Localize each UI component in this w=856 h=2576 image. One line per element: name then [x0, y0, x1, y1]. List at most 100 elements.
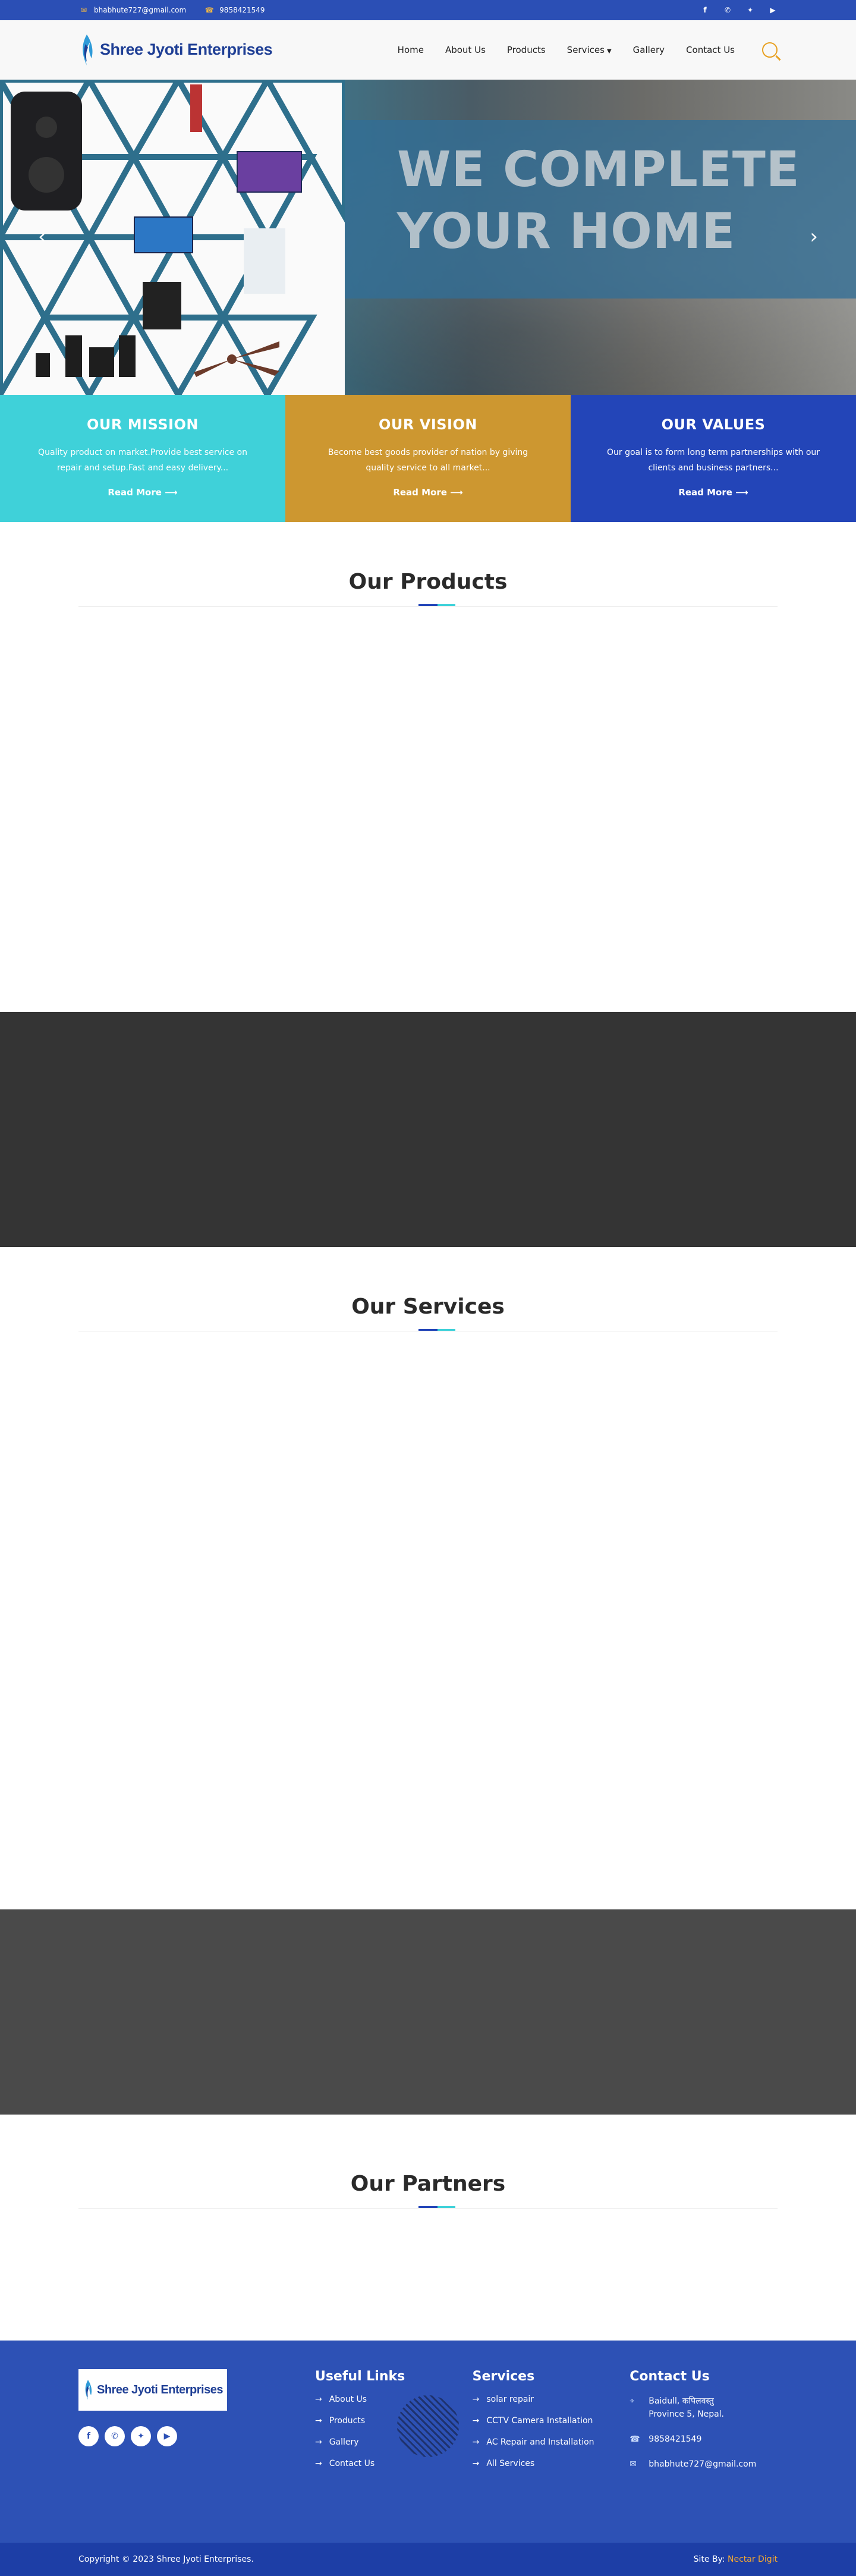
chevron-right-icon[interactable]: ›	[810, 225, 818, 249]
envelope-icon: ✉	[630, 2459, 637, 2469]
footer-contact-title: Contact Us	[630, 2369, 710, 2384]
footer-services-title: Services	[472, 2369, 535, 2384]
products-heading: Our Products	[0, 570, 856, 607]
partners-heading: Our Partners	[0, 2172, 856, 2209]
whatsapp-icon[interactable]: ✆	[723, 5, 732, 15]
search-icon[interactable]	[762, 42, 778, 58]
vision-read-more[interactable]: Read More ⟶	[393, 487, 462, 498]
footer-services: Services solar repair CCTV Camera Instal…	[473, 2369, 630, 2543]
vision-card: OUR VISION Become best goods provider of…	[285, 395, 571, 522]
products-title: Our Products	[348, 570, 508, 594]
footer-phone[interactable]: ☎ 9858421549	[630, 2433, 778, 2446]
useful-links-title: Useful Links	[314, 2369, 405, 2384]
logo-flame-icon	[85, 2380, 92, 2400]
site-by-brand-link[interactable]: Nectar Digit	[728, 2555, 778, 2564]
envelope-icon: ✉	[80, 6, 87, 14]
arrow-right-icon: ⟶	[450, 487, 463, 498]
values-title: OUR VALUES	[661, 416, 766, 433]
nav-products[interactable]: Products	[507, 45, 546, 55]
site-by: Site By: Nectar Digit	[694, 2555, 778, 2564]
mvv-strip: OUR MISSION Quality product on market.Pr…	[0, 395, 856, 522]
nav-contact[interactable]: Contact Us	[686, 45, 735, 55]
hero-headline: WE COMPLETE YOUR HOME	[397, 139, 800, 263]
products-section: Our Products	[0, 522, 856, 1012]
services-heading: Our Services	[0, 1295, 856, 1331]
chevron-left-icon[interactable]: ‹	[38, 225, 46, 249]
top-bar: ✉ bhabhute727@gmail.com ☎ 9858421549 f ✆…	[0, 0, 856, 20]
top-socials: f ✆ ✦ ▶	[700, 5, 778, 15]
twitter-icon[interactable]: ✦	[131, 2426, 151, 2446]
footer-service-ac[interactable]: AC Repair and Installation	[473, 2437, 630, 2447]
site-by-label: Site By:	[693, 2555, 725, 2564]
mission-read-more[interactable]: Read More ⟶	[108, 487, 177, 498]
mission-title: OUR MISSION	[87, 416, 199, 433]
facebook-icon[interactable]: f	[700, 5, 710, 15]
footer-logo-text: Shree Jyoti Enterprises	[97, 2383, 223, 2396]
nav-about[interactable]: About Us	[445, 45, 486, 55]
facebook-icon[interactable]: f	[78, 2426, 99, 2446]
hero-headline-line1: WE COMPLETE	[397, 142, 800, 198]
vision-text: Become best goods provider of nation by …	[328, 448, 528, 473]
decorative-striped-circle	[397, 2395, 459, 2457]
whatsapp-icon[interactable]: ✆	[105, 2426, 125, 2446]
footer-email-text[interactable]: bhabhute727@gmail.com	[649, 2458, 756, 2471]
section-divider	[78, 2206, 778, 2209]
nav-home[interactable]: Home	[398, 45, 424, 55]
youtube-icon[interactable]: ▶	[768, 5, 778, 15]
logo-flame-icon	[83, 34, 93, 65]
footer-address-line2: Province 5, Nepal.	[649, 2409, 724, 2419]
values-read-more[interactable]: Read More ⟶	[678, 487, 748, 498]
dark-band-parallax	[0, 1012, 856, 1247]
top-contacts: ✉ bhabhute727@gmail.com ☎ 9858421549	[78, 6, 265, 14]
hero-headline-line2: YOUR HOME	[397, 203, 736, 260]
footer-service-cctv[interactable]: CCTV Camera Installation	[473, 2416, 630, 2426]
main-nav: Home About Us Products Services ▼ Gallery…	[398, 42, 778, 58]
partners-section: Our Partners	[0, 2115, 856, 2341]
site-header: Shree Jyoti Enterprises Home About Us Pr…	[0, 20, 856, 80]
copyright-bar: Copyright © 2023 Shree Jyoti Enterprises…	[0, 2543, 856, 2576]
footer-brand-column: Shree Jyoti Enterprises f ✆ ✦ ▶	[78, 2369, 315, 2543]
values-card: OUR VALUES Our goal is to form long term…	[571, 395, 856, 522]
hero-product-collage	[0, 80, 345, 395]
youtube-icon[interactable]: ▶	[157, 2426, 177, 2446]
footer-address-line1: Baidull, कपिलवस्तु	[649, 2396, 714, 2406]
dark-band-parallax-2	[0, 1909, 856, 2115]
nav-services[interactable]: Services ▼	[567, 45, 612, 55]
phone-icon: ☎	[204, 6, 214, 14]
services-section: Our Services	[0, 1247, 856, 1909]
footer-service-solar[interactable]: solar repair	[473, 2395, 630, 2404]
vision-title: OUR VISION	[379, 416, 477, 433]
footer-address: ⌖ Baidull, कपिलवस्तु Province 5, Nepal.	[630, 2395, 778, 2421]
logo-text: Shree Jyoti Enterprises	[100, 40, 273, 58]
section-divider	[78, 604, 778, 607]
top-email[interactable]: ✉ bhabhute727@gmail.com	[78, 6, 186, 14]
site-logo[interactable]: Shree Jyoti Enterprises	[78, 32, 273, 68]
footer-contact: Contact Us ⌖ Baidull, कपिलवस्तु Province…	[630, 2369, 778, 2543]
footer-useful-links: Useful Links About Us Products Gallery C…	[315, 2369, 473, 2543]
mission-card: OUR MISSION Quality product on market.Pr…	[0, 395, 285, 522]
phone-icon: ☎	[630, 2434, 640, 2444]
values-read-more-label: Read More	[678, 487, 732, 498]
footer-email[interactable]: ✉ bhabhute727@gmail.com	[630, 2458, 778, 2471]
top-phone-text[interactable]: 9858421549	[219, 6, 265, 14]
footer-phone-text[interactable]: 9858421549	[649, 2433, 701, 2446]
site-footer: Shree Jyoti Enterprises f ✆ ✦ ▶ Useful L…	[0, 2341, 856, 2543]
location-pin-icon: ⌖	[630, 2396, 635, 2406]
hero-slider: WE COMPLETE YOUR HOME ‹ ›	[0, 80, 856, 395]
arrow-right-icon: ⟶	[735, 487, 748, 498]
top-phone[interactable]: ☎ 9858421549	[204, 6, 265, 14]
footer-logo[interactable]: Shree Jyoti Enterprises	[78, 2369, 227, 2411]
arrow-right-icon: ⟶	[165, 487, 178, 498]
copyright-text: Copyright © 2023 Shree Jyoti Enterprises…	[78, 2555, 254, 2564]
services-title: Our Services	[351, 1295, 505, 1319]
footer-service-all[interactable]: All Services	[473, 2459, 630, 2468]
mission-text: Quality product on market.Provide best s…	[38, 448, 247, 473]
nav-gallery[interactable]: Gallery	[633, 45, 665, 55]
partners-title: Our Partners	[350, 2172, 506, 2196]
twitter-icon[interactable]: ✦	[745, 5, 755, 15]
values-text: Our goal is to form long term partnershi…	[606, 448, 820, 473]
footer-link-contact[interactable]: Contact Us	[315, 2459, 473, 2468]
top-email-text[interactable]: bhabhute727@gmail.com	[94, 6, 186, 14]
caret-down-icon: ▼	[606, 48, 612, 55]
mission-read-more-label: Read More	[108, 487, 162, 498]
